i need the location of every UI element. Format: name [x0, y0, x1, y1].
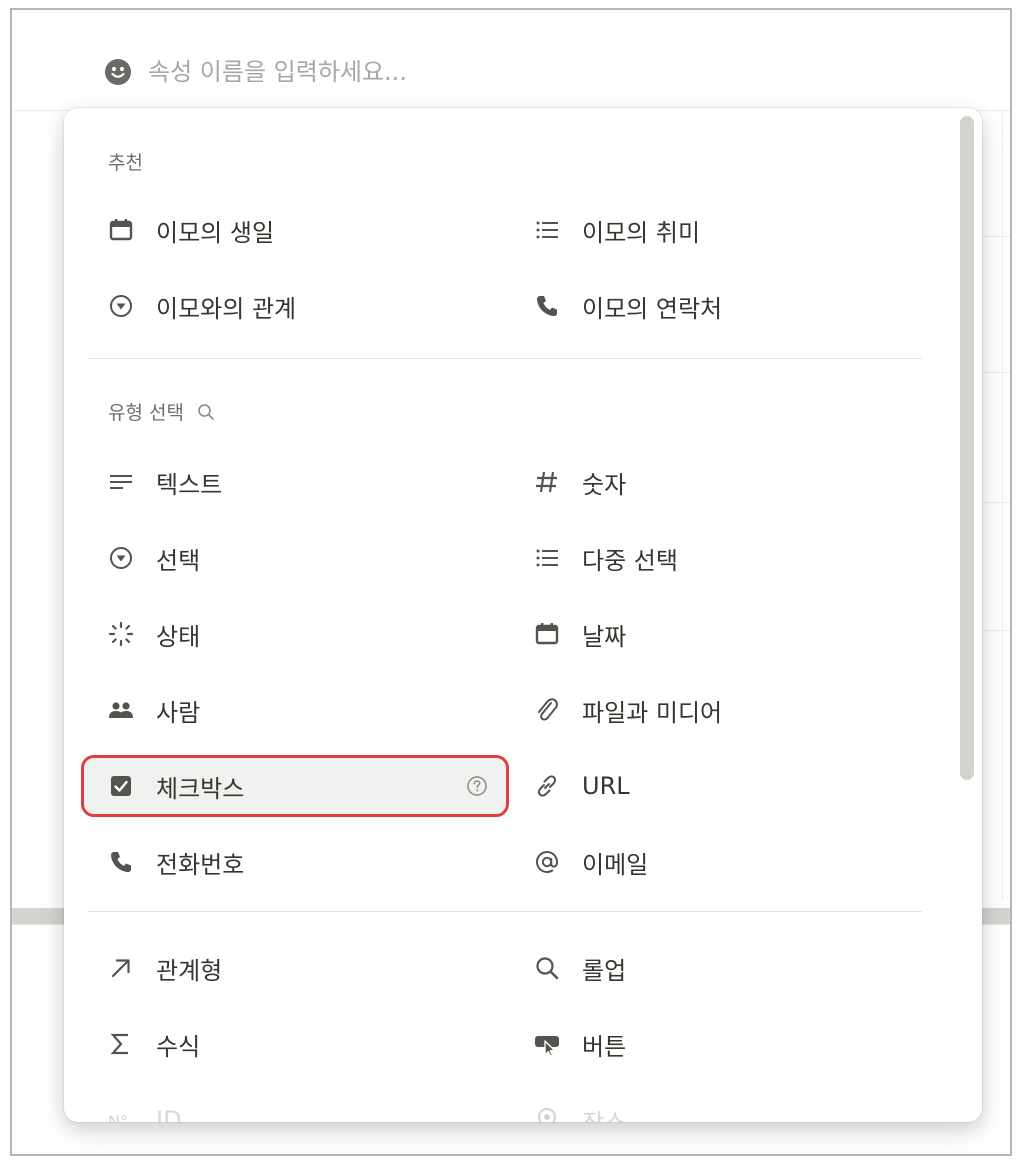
cursor-click-icon	[534, 1031, 560, 1057]
property-name-input[interactable]	[148, 58, 568, 86]
checkbox-icon	[108, 773, 134, 799]
section-heading-text: 추천	[108, 152, 143, 174]
item-label: 이메일	[582, 850, 649, 879]
type-item-phone[interactable]: 전화번호	[84, 834, 506, 890]
arrow-up-right-icon	[108, 955, 134, 981]
select-circle-icon	[108, 293, 134, 319]
type-item-place[interactable]: 장소	[510, 1092, 930, 1122]
people-icon	[108, 697, 134, 723]
item-label: 롤업	[582, 956, 627, 985]
type-item-checkbox[interactable]: 체크박스	[81, 755, 509, 817]
phone-icon	[534, 293, 560, 319]
item-label: 선택	[156, 546, 201, 575]
type-item-rollup[interactable]: 롤업	[510, 940, 930, 996]
item-label: 이모의 취미	[582, 218, 701, 247]
section-heading-text: 유형 선택	[108, 402, 184, 424]
item-label: 장소	[582, 1103, 626, 1123]
svg-text:N°: N°	[108, 1112, 128, 1122]
type-item-button[interactable]: 버튼	[510, 1016, 930, 1072]
location-pin-icon	[534, 1107, 560, 1122]
link-icon	[534, 773, 560, 799]
suggested-item-birthday[interactable]: 이모의 생일	[84, 202, 506, 258]
item-label: 이모의 생일	[156, 218, 275, 247]
property-type-menu: 추천 이모의 생일 이모의 취미 이모와의 관계 이모의 연락처 유형 선택 텍…	[64, 108, 982, 1122]
property-name-row	[104, 52, 568, 92]
status-spinner-icon	[108, 621, 134, 647]
type-item-formula[interactable]: 수식	[84, 1016, 506, 1072]
type-item-status[interactable]: 상태	[84, 606, 506, 662]
item-label: 텍스트	[156, 470, 223, 499]
item-label: 파일과 미디어	[582, 698, 723, 727]
type-item-email[interactable]: 이메일	[510, 834, 930, 890]
type-item-date[interactable]: 날짜	[510, 606, 930, 662]
menu-divider	[88, 358, 922, 359]
item-label: ID	[156, 1106, 182, 1122]
section-heading-suggested: 추천	[108, 148, 143, 175]
hash-icon	[534, 469, 560, 495]
item-label: 이모의 연락처	[582, 294, 723, 323]
type-item-multi-select[interactable]: 다중 선택	[510, 530, 930, 586]
item-label: 수식	[156, 1032, 201, 1061]
item-label: URL	[582, 772, 630, 800]
bg-divider	[1002, 110, 1003, 900]
type-item-id[interactable]: N° ID	[84, 1092, 506, 1122]
item-label: 체크박스	[156, 774, 245, 803]
calendar-icon	[534, 621, 560, 647]
type-item-person[interactable]: 사람	[84, 682, 506, 738]
paperclip-icon	[534, 697, 560, 723]
item-label: 사람	[156, 698, 201, 727]
bg-divider	[982, 630, 1010, 631]
calendar-icon	[108, 217, 134, 243]
suggested-item-contact[interactable]: 이모의 연락처	[510, 278, 930, 334]
window-frame: 추천 이모의 생일 이모의 취미 이모와의 관계 이모의 연락처	[10, 8, 1012, 1156]
type-item-number[interactable]: 숫자	[510, 454, 930, 510]
item-label: 이모와의 관계	[156, 294, 297, 323]
multi-select-list-icon	[534, 545, 560, 571]
type-item-relation[interactable]: 관계형	[84, 940, 506, 996]
bg-divider	[982, 372, 1010, 373]
item-label: 다중 선택	[582, 546, 678, 575]
item-label: 관계형	[156, 956, 223, 985]
item-label: 숫자	[582, 470, 627, 499]
number-id-icon: N°	[108, 1107, 134, 1122]
scrollbar-thumb[interactable]	[960, 116, 974, 780]
menu-divider	[88, 911, 922, 912]
bg-divider	[982, 502, 1010, 503]
type-item-text[interactable]: 텍스트	[84, 454, 506, 510]
item-label: 상태	[156, 622, 201, 651]
bg-divider	[982, 236, 1010, 237]
item-label: 전화번호	[156, 850, 245, 879]
section-heading-types: 유형 선택	[108, 398, 216, 425]
type-item-url[interactable]: URL	[510, 758, 930, 814]
text-lines-icon	[108, 469, 134, 495]
magnifier-icon	[534, 955, 560, 981]
type-item-select[interactable]: 선택	[84, 530, 506, 586]
at-sign-icon	[534, 849, 560, 875]
sigma-icon	[108, 1031, 134, 1057]
item-label: 날짜	[582, 622, 627, 651]
type-item-files-media[interactable]: 파일과 미디어	[510, 682, 930, 738]
multi-select-list-icon	[534, 217, 560, 243]
search-icon[interactable]	[196, 402, 216, 422]
select-circle-icon	[108, 545, 134, 571]
emoji-icon[interactable]	[104, 58, 132, 86]
help-icon[interactable]	[466, 775, 488, 797]
suggested-item-hobbies[interactable]: 이모의 취미	[510, 202, 930, 258]
phone-icon	[108, 849, 134, 875]
suggested-item-relationship[interactable]: 이모와의 관계	[84, 278, 506, 334]
item-label: 버튼	[582, 1032, 627, 1061]
